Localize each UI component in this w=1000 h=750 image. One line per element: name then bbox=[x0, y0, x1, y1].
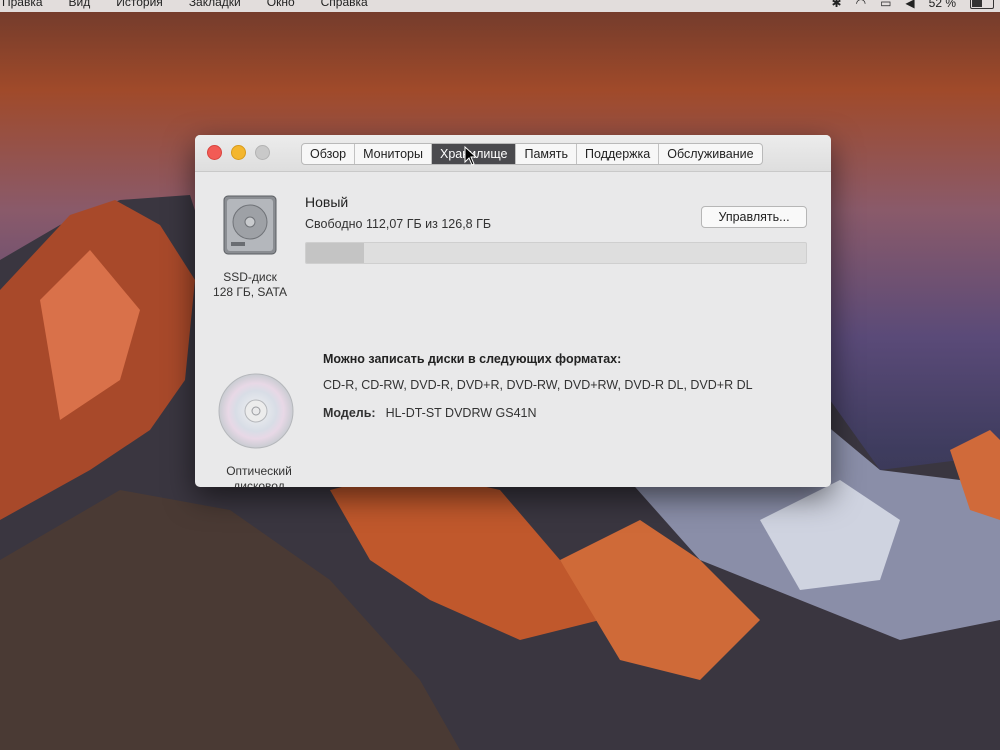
optical-label-line1: Оптический bbox=[226, 464, 292, 478]
menu-bar: Правка Вид История Закладки Окно Справка… bbox=[0, 0, 1000, 12]
bluetooth-icon[interactable]: ✱ bbox=[832, 0, 842, 10]
tab-memory[interactable]: Память bbox=[516, 144, 578, 164]
hard-drive-icon bbox=[223, 195, 277, 255]
tab-support[interactable]: Поддержка bbox=[577, 144, 660, 164]
storage-panel: SSD-диск 128 ГБ, SATA Новый Свободно 112… bbox=[195, 172, 831, 487]
drive-type: SSD-диск bbox=[223, 270, 277, 284]
burn-formats-list: CD-R, CD-RW, DVD-R, DVD+R, DVD-RW, DVD+R… bbox=[323, 378, 753, 392]
storage-usage-bar bbox=[305, 242, 807, 264]
model-value: HL-DT-ST DVDRW GS41N bbox=[385, 406, 537, 420]
burn-formats-title: Можно записать диски в следующих формата… bbox=[323, 352, 622, 366]
window-titlebar[interactable]: Обзор Мониторы Хранилище Память Поддержк… bbox=[195, 135, 831, 172]
storage-used-segment bbox=[306, 243, 364, 263]
menu-view[interactable]: Вид bbox=[69, 0, 91, 9]
airplay-icon[interactable]: ▭ bbox=[880, 0, 891, 10]
drive-label: SSD-диск 128 ГБ, SATA bbox=[205, 270, 295, 300]
tab-overview[interactable]: Обзор bbox=[302, 144, 356, 164]
menu-bookmarks[interactable]: Закладки bbox=[189, 0, 241, 9]
optical-model: Модель: HL-DT-ST DVDRW GS41N bbox=[323, 406, 537, 420]
optical-disc-icon bbox=[218, 373, 294, 449]
volume-icon[interactable]: ◀ bbox=[905, 0, 914, 10]
mouse-cursor-icon bbox=[464, 146, 478, 166]
model-label: Модель: bbox=[323, 406, 376, 420]
wifi-icon[interactable]: ◠ bbox=[856, 0, 866, 10]
tab-displays[interactable]: Мониторы bbox=[355, 144, 432, 164]
minimize-button[interactable] bbox=[231, 145, 246, 160]
menu-history[interactable]: История bbox=[116, 0, 163, 9]
battery-percentage[interactable]: 52 % bbox=[929, 0, 956, 10]
tab-bar: Обзор Мониторы Хранилище Память Поддержк… bbox=[301, 143, 763, 165]
close-button[interactable] bbox=[207, 145, 222, 160]
menu-window[interactable]: Окно bbox=[267, 0, 295, 9]
tab-service[interactable]: Обслуживание bbox=[659, 144, 761, 164]
drive-capacity: 128 ГБ, SATA bbox=[213, 285, 287, 299]
free-space-text: Свободно 112,07 ГБ из 126,8 ГБ bbox=[305, 217, 492, 231]
about-this-mac-window: Обзор Мониторы Хранилище Память Поддержк… bbox=[195, 135, 831, 487]
optical-label-line2: дисковод bbox=[233, 479, 285, 487]
manage-button[interactable]: Управлять... bbox=[701, 206, 807, 228]
battery-icon[interactable] bbox=[970, 0, 994, 9]
menu-edit[interactable]: Правка bbox=[2, 0, 43, 9]
menu-help[interactable]: Справка bbox=[321, 0, 368, 9]
volume-name: Новый bbox=[305, 194, 349, 210]
zoom-button[interactable] bbox=[255, 145, 270, 160]
optical-drive-label: Оптический дисковод bbox=[209, 464, 309, 487]
